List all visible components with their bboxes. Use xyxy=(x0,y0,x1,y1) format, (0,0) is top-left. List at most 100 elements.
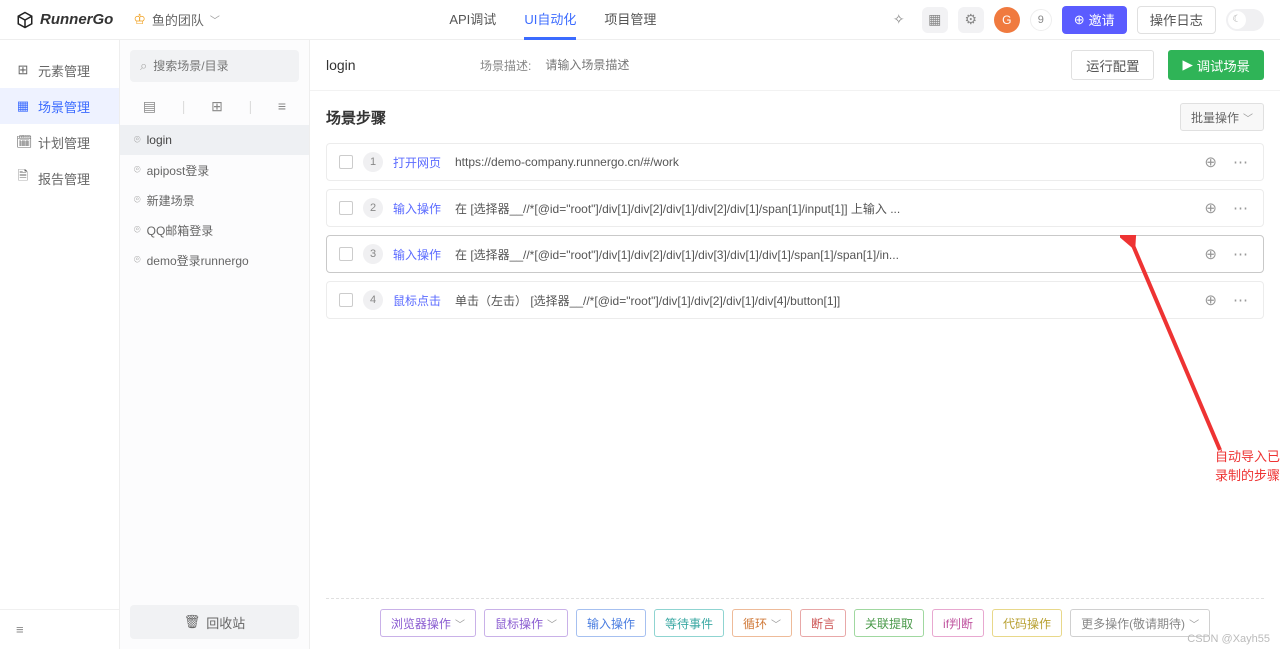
sidebar-item-report[interactable]: 🗎 报告管理 xyxy=(0,160,119,196)
more-icon[interactable]: ⋯ xyxy=(1230,245,1251,263)
new-folder-icon[interactable]: ⊞ xyxy=(211,98,223,115)
cube-icon xyxy=(16,11,34,29)
step-number: 4 xyxy=(363,290,383,310)
step-row[interactable]: 4 鼠标点击 单击（左击） [选择器__//*[@id="root"]/div[… xyxy=(326,281,1264,319)
sidebar-item-label: 报告管理 xyxy=(38,169,90,188)
link-icon: ⌾ xyxy=(134,164,141,177)
tag-if[interactable]: if判断 xyxy=(932,609,984,637)
more-icon[interactable]: ⋯ xyxy=(1230,153,1251,171)
nav-ui[interactable]: UI自动化 xyxy=(524,0,576,40)
link-icon: ⌾ xyxy=(134,224,141,237)
user-count[interactable]: 9 xyxy=(1030,9,1052,31)
trash-icon: 🗑 xyxy=(184,614,201,630)
batch-button[interactable]: 批量操作 ﹀ xyxy=(1180,103,1264,131)
nav-api[interactable]: API调试 xyxy=(449,0,496,40)
step-desc: 单击（左击） [选择器__//*[@id="root"]/div[1]/div[… xyxy=(455,292,1191,309)
checkbox[interactable] xyxy=(339,293,353,307)
step-type: 鼠标点击 xyxy=(393,292,445,309)
step-desc: 在 [选择器__//*[@id="root"]/div[1]/div[2]/di… xyxy=(455,246,1191,263)
avatar[interactable]: G xyxy=(994,7,1020,33)
add-icon[interactable]: ⊕ xyxy=(1201,153,1220,171)
step-list: 1 打开网页 https://demo-company.runnergo.cn/… xyxy=(310,143,1280,319)
scene-item[interactable]: ⌾QQ邮箱登录 xyxy=(120,215,309,245)
add-icon[interactable]: ⊕ xyxy=(1201,245,1220,263)
add-icon[interactable]: ⊕ xyxy=(1201,291,1220,309)
scene-panel: ⌕ ▤ | ⊞ | ≡ ⌾login ⌾apipost登录 ⌾新建场景 ⌾QQ邮… xyxy=(120,40,310,649)
nav-project[interactable]: 项目管理 xyxy=(604,0,656,40)
step-number: 2 xyxy=(363,198,383,218)
invite-button[interactable]: ⊕ 邀请 xyxy=(1062,6,1127,34)
tag-assert[interactable]: 断言 xyxy=(800,609,846,637)
element-icon: ⊞ xyxy=(16,62,30,78)
chevron-down-icon: ﹀ xyxy=(1243,110,1253,125)
scene-item[interactable]: ⌾新建场景 xyxy=(120,185,309,215)
add-icon[interactable]: ⊕ xyxy=(1201,199,1220,217)
theme-toggle[interactable]: ☾ xyxy=(1226,9,1264,31)
step-row[interactable]: 2 输入操作 在 [选择器__//*[@id="root"]/div[1]/di… xyxy=(326,189,1264,227)
tag-mouse[interactable]: 鼠标操作﹀ xyxy=(484,609,568,637)
scene-list: ⌾login ⌾apipost登录 ⌾新建场景 ⌾QQ邮箱登录 ⌾demo登录r… xyxy=(120,125,309,595)
grid-icon[interactable]: ▦ xyxy=(922,7,948,33)
crown-icon: ♔ xyxy=(133,11,146,28)
tag-extract[interactable]: 关联提取 xyxy=(854,609,924,637)
scene-icon: ▦ xyxy=(16,98,30,114)
debug-button[interactable]: ▶ 调试场景 xyxy=(1168,50,1264,80)
tag-browser[interactable]: 浏览器操作﹀ xyxy=(380,609,476,637)
search-box[interactable]: ⌕ xyxy=(130,50,299,82)
link-icon: ⌾ xyxy=(134,254,141,267)
action-toolbar: 浏览器操作﹀ 鼠标操作﹀ 输入操作 等待事件 循环﹀ 断言 关联提取 if判断 … xyxy=(326,598,1264,637)
moon-icon: ☾ xyxy=(1228,11,1246,29)
tag-wait[interactable]: 等待事件 xyxy=(654,609,724,637)
main-nav: API调试 UI自动化 项目管理 xyxy=(449,0,656,40)
play-icon: ▶ xyxy=(1182,57,1192,73)
tag-input[interactable]: 输入操作 xyxy=(576,609,646,637)
scene-header: 场景描述: 运行配置 ▶ 调试场景 xyxy=(310,40,1280,91)
scene-item[interactable]: ⌾apipost登录 xyxy=(120,155,309,185)
search-input[interactable] xyxy=(153,59,308,73)
sidebar-item-label: 元素管理 xyxy=(38,61,90,80)
step-row[interactable]: 1 打开网页 https://demo-company.runnergo.cn/… xyxy=(326,143,1264,181)
logo[interactable]: RunnerGo xyxy=(16,11,113,29)
config-button[interactable]: 运行配置 xyxy=(1071,50,1154,80)
step-desc: 在 [选择器__//*[@id="root"]/div[1]/div[2]/di… xyxy=(455,200,1191,217)
sort-icon[interactable]: ≡ xyxy=(278,98,286,115)
brand: RunnerGo xyxy=(40,11,113,28)
link-icon: ⌾ xyxy=(134,134,141,147)
checkbox[interactable] xyxy=(339,247,353,261)
team-dropdown[interactable]: ♔ 鱼的团队 ﹀ xyxy=(133,10,220,29)
sidebar-item-plan[interactable]: 🗓 计划管理 xyxy=(0,124,119,160)
step-number: 3 xyxy=(363,244,383,264)
step-type: 输入操作 xyxy=(393,246,445,263)
team-name: 鱼的团队 xyxy=(152,10,204,29)
step-row[interactable]: 3 输入操作 在 [选择器__//*[@id="root"]/div[1]/di… xyxy=(326,235,1264,273)
scene-item[interactable]: ⌾login xyxy=(120,125,309,155)
gear-icon[interactable]: ⚙ xyxy=(958,7,984,33)
scene-item[interactable]: ⌾demo登录runnergo xyxy=(120,245,309,275)
collapse-icon: ≡ xyxy=(16,622,24,637)
step-desc: https://demo-company.runnergo.cn/#/work xyxy=(455,155,1191,169)
main-content: 场景描述: 运行配置 ▶ 调试场景 场景步骤 批量操作 ﹀ xyxy=(310,40,1280,649)
checkbox[interactable] xyxy=(339,201,353,215)
user-plus-icon: ⊕ xyxy=(1074,12,1085,28)
desc-input[interactable] xyxy=(545,58,725,72)
desc-label: 场景描述: xyxy=(480,57,531,74)
sidebar-item-element[interactable]: ⊞ 元素管理 xyxy=(0,52,119,88)
sidebar-item-label: 计划管理 xyxy=(38,133,90,152)
sidebar-collapse[interactable]: ≡ xyxy=(0,609,119,649)
sidebar-item-scene[interactable]: ▦ 场景管理 xyxy=(0,88,119,124)
left-sidebar: ⊞ 元素管理 ▦ 场景管理 🗓 计划管理 🗎 报告管理 ≡ xyxy=(0,40,120,649)
checkbox[interactable] xyxy=(339,155,353,169)
star-icon[interactable]: ✧ xyxy=(886,7,912,33)
tag-loop[interactable]: 循环﹀ xyxy=(732,609,792,637)
recycle-button[interactable]: 🗑 回收站 xyxy=(130,605,299,639)
chevron-down-icon: ﹀ xyxy=(210,12,220,27)
scene-title-input[interactable] xyxy=(326,57,466,73)
sidebar-item-label: 场景管理 xyxy=(38,97,90,116)
annotation-text: 自动导入已录制的步骤 xyxy=(1215,446,1280,484)
more-icon[interactable]: ⋯ xyxy=(1230,199,1251,217)
tree-icon[interactable]: ▤ xyxy=(143,98,156,115)
log-button[interactable]: 操作日志 xyxy=(1137,6,1216,34)
tag-code[interactable]: 代码操作 xyxy=(992,609,1062,637)
more-icon[interactable]: ⋯ xyxy=(1230,291,1251,309)
top-right: ✧ ▦ ⚙ G 9 ⊕ 邀请 操作日志 ☾ xyxy=(886,6,1264,34)
